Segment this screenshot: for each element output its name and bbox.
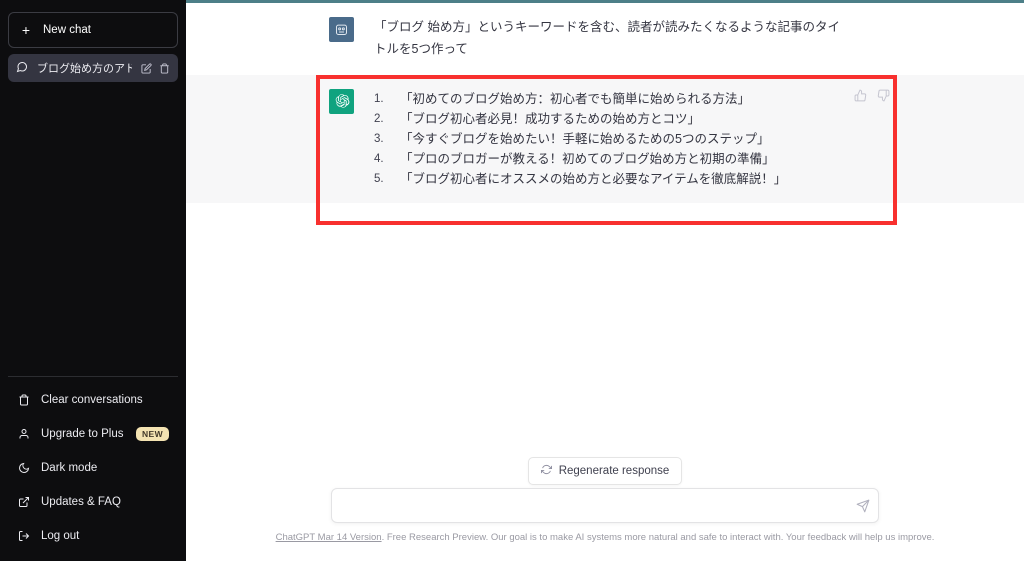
sidebar: + New chat ブログ始め方のアドバ: [0, 0, 186, 561]
sidebar-item-label: Updates & FAQ: [41, 496, 121, 508]
sidebar-item-label: Dark mode: [41, 462, 98, 474]
new-chat-button[interactable]: + New chat: [8, 12, 178, 48]
pencil-icon[interactable]: [141, 62, 152, 74]
user-message-row: 「ブログ 始め方」というキーワードを含む、読者が読みたくなるような記事のタイトル…: [186, 3, 1024, 75]
sidebar-item-label: Clear conversations: [41, 394, 143, 406]
user-icon: [17, 428, 30, 440]
conversation-title: ブログ始め方のアドバ: [37, 63, 132, 75]
footer-text: . Free Research Preview. Our goal is to …: [381, 532, 935, 543]
list-item: 「ブログ初心者にオススメの始め方と必要なアイテムを徹底解説！」: [374, 169, 787, 189]
regenerate-response-button[interactable]: Regenerate response: [527, 457, 683, 485]
list-item: 「プロのブロガーが教える！初めてのブログ始め方と初期の準備」: [374, 149, 775, 169]
version-link[interactable]: ChatGPT Mar 14 Version: [276, 532, 382, 543]
send-icon[interactable]: [848, 499, 878, 513]
chatgpt-logo: [329, 88, 354, 114]
trash-icon[interactable]: [159, 62, 170, 74]
sidebar-menu: Clear conversations Upgrade to Plus NEW: [8, 376, 178, 553]
assistant-message-row: 「初めてのブログ始め方：初心者でも簡単に始められる方法」 「ブログ初心者必見！成…: [186, 74, 1024, 203]
conversation-list: ブログ始め方のアドバ: [8, 54, 178, 82]
plus-icon: +: [21, 22, 31, 38]
list-item: 「ブログ初心者必見！成功するための始め方とコツ」: [374, 109, 701, 129]
message-content: 「初めてのブログ始め方：初心者でも簡単に始められる方法」 「ブログ初心者必見！成…: [329, 88, 890, 189]
chatgpt-window: + New chat ブログ始め方のアドバ: [0, 0, 1024, 561]
sidebar-item-updates-faq[interactable]: Updates & FAQ: [8, 485, 178, 519]
message-input[interactable]: [332, 498, 848, 513]
regenerate-wrapper: Regenerate response: [186, 457, 1024, 485]
feedback-buttons: [854, 89, 890, 107]
status-badge: NEW: [135, 427, 169, 441]
moon-icon: [17, 462, 30, 474]
user-avatar: [329, 17, 354, 42]
title-suggestions-list: 「初めてのブログ始め方：初心者でも簡単に始められる方法」 「ブログ初心者必見！成…: [374, 89, 786, 189]
regenerate-label: Regenerate response: [558, 465, 670, 477]
message-content: 「ブログ 始め方」というキーワードを含む、読者が読みたくなるような記事のタイトル…: [329, 17, 889, 61]
sidebar-item-log-out[interactable]: Log out: [8, 519, 178, 553]
sidebar-item-upgrade-to-plus[interactable]: Upgrade to Plus NEW: [8, 417, 178, 451]
refresh-icon: [540, 464, 552, 478]
trash-icon: [17, 394, 30, 406]
message-composer[interactable]: [331, 488, 879, 523]
thumbs-down-icon[interactable]: [877, 89, 890, 107]
conversation-actions: [141, 62, 170, 74]
user-message-text: 「ブログ 始め方」というキーワードを含む、読者が読みたくなるような記事のタイトル…: [374, 20, 840, 56]
sidebar-item-label: Log out: [41, 530, 80, 542]
logout-icon: [17, 530, 30, 542]
external-link-icon: [17, 496, 30, 508]
sidebar-item-dark-mode[interactable]: Dark mode: [8, 451, 178, 485]
thumbs-up-icon[interactable]: [854, 89, 867, 107]
new-chat-label: New chat: [43, 24, 91, 36]
chat-bubble-icon: [16, 61, 28, 76]
sidebar-conversation-item[interactable]: ブログ始め方のアドバ: [8, 54, 178, 82]
assistant-message-text: 「初めてのブログ始め方：初心者でも簡単に始められる方法」 「ブログ初心者必見！成…: [374, 89, 786, 189]
list-item: 「今すぐブログを始めたい！手軽に始めるための5つのステップ」: [374, 129, 770, 149]
list-item: 「初めてのブログ始め方：初心者でも簡単に始められる方法」: [374, 89, 751, 109]
sidebar-item-clear-conversations[interactable]: Clear conversations: [8, 383, 178, 417]
sidebar-item-label: Upgrade to Plus: [41, 428, 124, 440]
footer-disclaimer: ChatGPT Mar 14 Version. Free Research Pr…: [186, 532, 1024, 543]
